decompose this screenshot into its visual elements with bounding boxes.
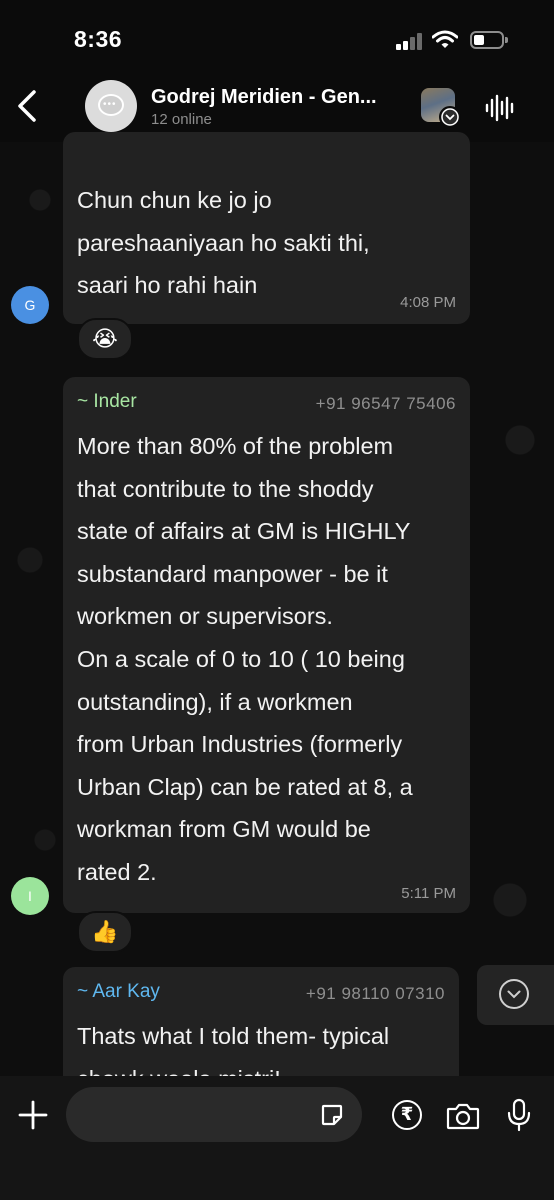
plus-icon[interactable]: [18, 1100, 48, 1130]
chevron-left-icon[interactable]: [10, 86, 46, 126]
message-time: 5:11 PM: [401, 885, 456, 902]
sticker-icon[interactable]: [320, 1103, 344, 1127]
mic-icon[interactable]: [506, 1098, 532, 1132]
message-bubble[interactable]: Chun chun ke jo jo pareshaaniyaan ho sak…: [63, 132, 470, 324]
chevron-down-icon: [439, 106, 461, 128]
reaction-badge[interactable]: 👍: [77, 911, 133, 953]
sender-phone: +91 96547 75406: [315, 394, 456, 413]
avatar[interactable]: G: [11, 286, 49, 324]
status-time: 8:36: [74, 26, 123, 52]
cellular-signal-icon: [396, 32, 426, 50]
sender-name[interactable]: ~ Aar Kay: [77, 981, 160, 1003]
camera-icon[interactable]: [446, 1102, 480, 1130]
online-count: 12 online: [151, 111, 212, 128]
composer-bar: ₹: [0, 1076, 554, 1200]
scroll-down-button[interactable]: [477, 965, 554, 1025]
group-name[interactable]: Godrej Meridien - Gen...: [151, 86, 377, 109]
chevron-down-circle-icon: [499, 979, 529, 1009]
avatar[interactable]: I: [11, 877, 49, 915]
reaction-badge[interactable]: 😭: [77, 318, 133, 360]
rupee-icon[interactable]: ₹: [392, 1100, 422, 1130]
sender-phone: +91 98110 07310: [305, 984, 445, 1003]
message-text: More than 80% of the problem that contri…: [77, 433, 413, 885]
waveform-icon[interactable]: [484, 94, 516, 122]
battery-icon: [470, 31, 508, 49]
sender-name[interactable]: ~ Inder: [77, 391, 137, 413]
message-text: Chun chun ke jo jo pareshaaniyaan ho sak…: [77, 187, 370, 299]
message-time: 4:08 PM: [400, 294, 456, 311]
group-avatar[interactable]: •••: [85, 80, 137, 132]
message-bubble[interactable]: ~ Inder +91 96547 75406 More than 80% of…: [63, 377, 470, 913]
message-input[interactable]: [66, 1087, 362, 1142]
wifi-icon: [432, 30, 458, 48]
status-bar: 8:36: [0, 0, 554, 80]
